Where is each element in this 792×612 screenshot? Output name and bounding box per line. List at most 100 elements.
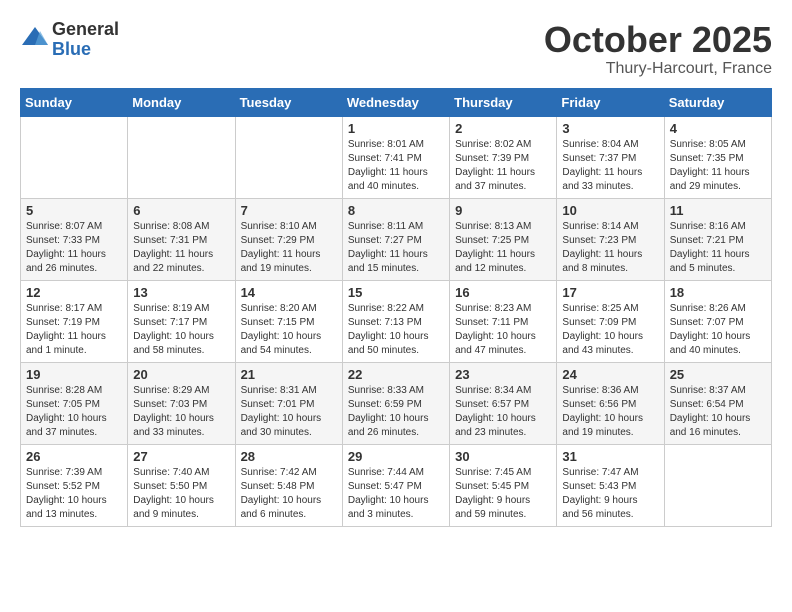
day-number: 5 (26, 203, 122, 218)
day-info: Sunrise: 7:42 AM Sunset: 5:48 PM Dayligh… (241, 466, 337, 522)
calendar-day-cell: 16Sunrise: 8:23 AM Sunset: 7:11 PM Dayli… (450, 280, 557, 362)
day-info: Sunrise: 8:36 AM Sunset: 6:56 PM Dayligh… (562, 384, 658, 440)
day-number: 25 (670, 367, 766, 382)
calendar-day-cell: 18Sunrise: 8:26 AM Sunset: 7:07 PM Dayli… (664, 280, 771, 362)
day-number: 26 (26, 449, 122, 464)
day-info: Sunrise: 7:44 AM Sunset: 5:47 PM Dayligh… (348, 466, 444, 522)
calendar-day-cell: 14 Sunrise: 8:20 AM Sunset: 7:15 PM Dayli… (235, 280, 342, 362)
location-title: Thury-Harcourt, France (544, 60, 772, 78)
empty-cell (235, 116, 342, 198)
calendar-day-cell: 5 Sunrise: 8:07 AM Sunset: 7:33 PM Daylig… (21, 198, 128, 280)
day-info: Sunrise: 8:11 AM Sunset: 7:27 PM Dayligh… (348, 220, 444, 276)
day-info: Sunrise: 7:39 AM Sunset: 5:52 PM Dayligh… (26, 466, 122, 522)
logo-blue: Blue (52, 40, 119, 60)
column-header-tuesday: Tuesday (235, 88, 342, 116)
day-number: 8 (348, 203, 444, 218)
calendar-day-cell: 10 Sunrise: 8:14 AM Sunset: 7:23 PM Dayli… (557, 198, 664, 280)
day-info: Sunrise: 8:29 AM Sunset: 7:03 PM Dayligh… (133, 384, 229, 440)
day-number: 19 (26, 367, 122, 382)
empty-cell (128, 116, 235, 198)
column-header-sunday: Sunday (21, 88, 128, 116)
column-header-wednesday: Wednesday (342, 88, 449, 116)
calendar-day-cell: 24 Sunrise: 8:36 AM Sunset: 6:56 PM Dayli… (557, 362, 664, 444)
day-number: 1 (348, 121, 444, 136)
day-info: Sunrise: 8:01 AM Sunset: 7:41 PM Dayligh… (348, 138, 444, 194)
day-number: 31 (562, 449, 658, 464)
day-number: 10 (562, 203, 658, 218)
day-info: Sunrise: 8:33 AM Sunset: 6:59 PM Dayligh… (348, 384, 444, 440)
calendar-day-cell: 8 Sunrise: 8:11 AM Sunset: 7:27 PM Daylig… (342, 198, 449, 280)
calendar-day-cell: 15Sunrise: 8:22 AM Sunset: 7:13 PM Dayli… (342, 280, 449, 362)
day-info: Sunrise: 8:23 AM Sunset: 7:11 PM Dayligh… (455, 302, 551, 358)
day-number: 27 (133, 449, 229, 464)
calendar-week-row: 1 Sunrise: 8:01 AM Sunset: 7:41 PM Daylig… (21, 116, 772, 198)
day-info: Sunrise: 8:20 AM Sunset: 7:15 PM Dayligh… (241, 302, 337, 358)
day-info: Sunrise: 8:37 AM Sunset: 6:54 PM Dayligh… (670, 384, 766, 440)
day-number: 14 (241, 285, 337, 300)
day-info: Sunrise: 8:08 AM Sunset: 7:31 PM Dayligh… (133, 220, 229, 276)
calendar-day-cell: 6 Sunrise: 8:08 AM Sunset: 7:31 PM Daylig… (128, 198, 235, 280)
day-info: Sunrise: 8:17 AM Sunset: 7:19 PM Dayligh… (26, 302, 122, 358)
month-title: October 2025 (544, 20, 772, 60)
column-header-thursday: Thursday (450, 88, 557, 116)
day-number: 12 (26, 285, 122, 300)
calendar-table: SundayMondayTuesdayWednesdayThursdayFrid… (20, 88, 772, 527)
day-number: 29 (348, 449, 444, 464)
day-info: Sunrise: 7:45 AM Sunset: 5:45 PM Dayligh… (455, 466, 551, 522)
day-number: 6 (133, 203, 229, 218)
day-number: 4 (670, 121, 766, 136)
calendar-week-row: 26 Sunrise: 7:39 AM Sunset: 5:52 PM Dayli… (21, 444, 772, 526)
day-number: 9 (455, 203, 551, 218)
calendar-week-row: 19 Sunrise: 8:28 AM Sunset: 7:05 PM Dayli… (21, 362, 772, 444)
calendar-day-cell: 30 Sunrise: 7:45 AM Sunset: 5:45 PM Dayli… (450, 444, 557, 526)
logo-icon (20, 25, 50, 55)
day-number: 13 (133, 285, 229, 300)
day-number: 7 (241, 203, 337, 218)
logo: General Blue (20, 20, 119, 60)
calendar-day-cell: 31Sunrise: 7:47 AM Sunset: 5:43 PM Dayli… (557, 444, 664, 526)
page-header: General Blue October 2025 Thury-Harcourt… (20, 20, 772, 78)
logo-general: General (52, 20, 119, 40)
title-block: October 2025 Thury-Harcourt, France (544, 20, 772, 78)
calendar-day-cell: 1 Sunrise: 8:01 AM Sunset: 7:41 PM Daylig… (342, 116, 449, 198)
day-info: Sunrise: 8:14 AM Sunset: 7:23 PM Dayligh… (562, 220, 658, 276)
day-info: Sunrise: 8:28 AM Sunset: 7:05 PM Dayligh… (26, 384, 122, 440)
calendar-day-cell: 26 Sunrise: 7:39 AM Sunset: 5:52 PM Dayli… (21, 444, 128, 526)
calendar-day-cell: 7Sunrise: 8:10 AM Sunset: 7:29 PM Daylig… (235, 198, 342, 280)
calendar-day-cell: 19 Sunrise: 8:28 AM Sunset: 7:05 PM Dayli… (21, 362, 128, 444)
calendar-day-cell: 28 Sunrise: 7:42 AM Sunset: 5:48 PM Dayli… (235, 444, 342, 526)
empty-cell (21, 116, 128, 198)
calendar-day-cell: 23 Sunrise: 8:34 AM Sunset: 6:57 PM Dayli… (450, 362, 557, 444)
day-number: 30 (455, 449, 551, 464)
calendar-day-cell: 22 Sunrise: 8:33 AM Sunset: 6:59 PM Dayli… (342, 362, 449, 444)
day-info: Sunrise: 8:25 AM Sunset: 7:09 PM Dayligh… (562, 302, 658, 358)
day-number: 18 (670, 285, 766, 300)
column-header-friday: Friday (557, 88, 664, 116)
day-number: 22 (348, 367, 444, 382)
day-number: 3 (562, 121, 658, 136)
calendar-week-row: 5 Sunrise: 8:07 AM Sunset: 7:33 PM Daylig… (21, 198, 772, 280)
empty-cell (664, 444, 771, 526)
logo-text: General Blue (52, 20, 119, 60)
day-info: Sunrise: 8:02 AM Sunset: 7:39 PM Dayligh… (455, 138, 551, 194)
day-number: 24 (562, 367, 658, 382)
day-info: Sunrise: 8:34 AM Sunset: 6:57 PM Dayligh… (455, 384, 551, 440)
day-number: 2 (455, 121, 551, 136)
day-number: 28 (241, 449, 337, 464)
day-info: Sunrise: 7:40 AM Sunset: 5:50 PM Dayligh… (133, 466, 229, 522)
calendar-header-row: SundayMondayTuesdayWednesdayThursdayFrid… (21, 88, 772, 116)
day-info: Sunrise: 8:05 AM Sunset: 7:35 PM Dayligh… (670, 138, 766, 194)
day-info: Sunrise: 8:31 AM Sunset: 7:01 PM Dayligh… (241, 384, 337, 440)
calendar-day-cell: 25 Sunrise: 8:37 AM Sunset: 6:54 PM Dayli… (664, 362, 771, 444)
calendar-day-cell: 20 Sunrise: 8:29 AM Sunset: 7:03 PM Dayli… (128, 362, 235, 444)
day-number: 17 (562, 285, 658, 300)
day-number: 20 (133, 367, 229, 382)
day-info: Sunrise: 8:04 AM Sunset: 7:37 PM Dayligh… (562, 138, 658, 194)
day-number: 21 (241, 367, 337, 382)
day-info: Sunrise: 8:19 AM Sunset: 7:17 PM Dayligh… (133, 302, 229, 358)
day-number: 23 (455, 367, 551, 382)
calendar-day-cell: 13 Sunrise: 8:19 AM Sunset: 7:17 PM Dayli… (128, 280, 235, 362)
calendar-day-cell: 9Sunrise: 8:13 AM Sunset: 7:25 PM Daylig… (450, 198, 557, 280)
calendar-day-cell: 17 Sunrise: 8:25 AM Sunset: 7:09 PM Dayli… (557, 280, 664, 362)
day-info: Sunrise: 8:07 AM Sunset: 7:33 PM Dayligh… (26, 220, 122, 276)
